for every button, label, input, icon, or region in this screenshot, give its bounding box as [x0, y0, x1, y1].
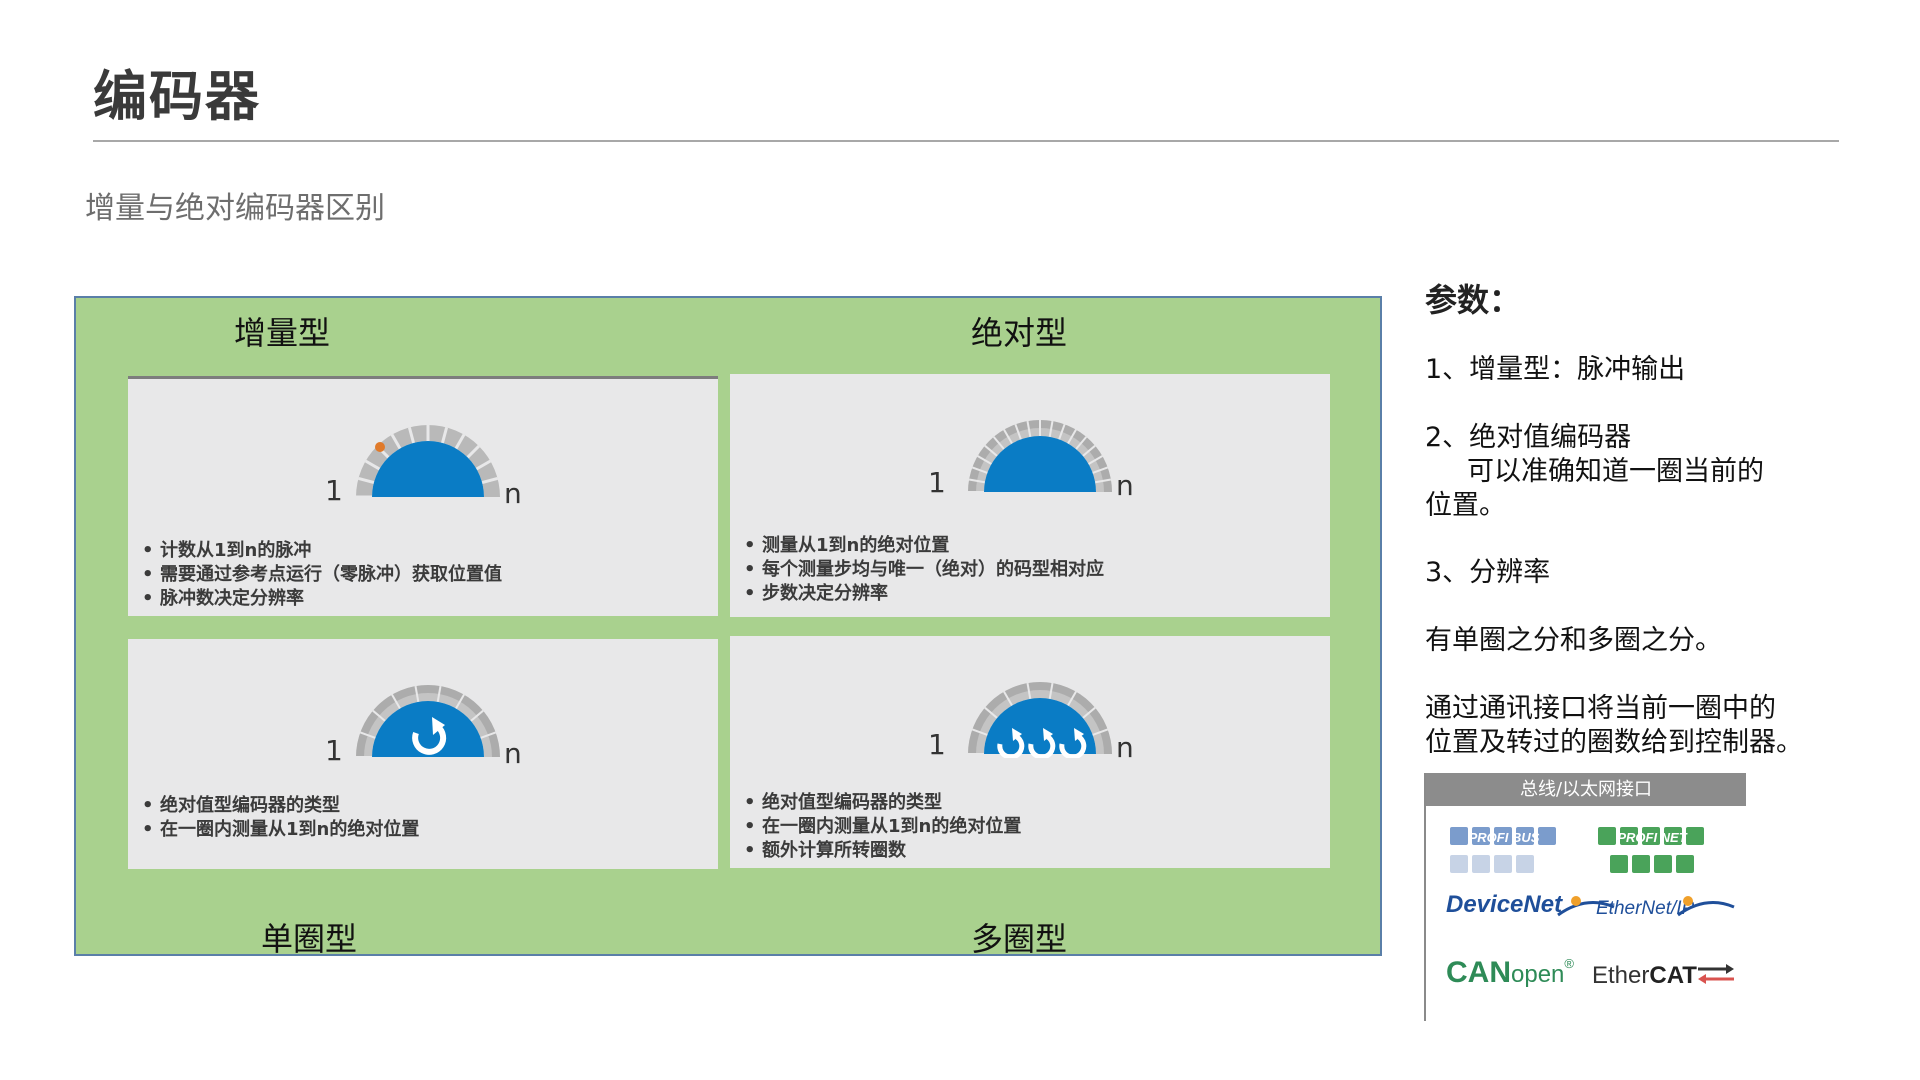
bullet-item: 在一圈内测量从1到n的绝对位置: [142, 818, 419, 842]
bullet-item: 绝对值型编码器的类型: [142, 794, 419, 818]
param-item-1: 1、增量型：脉冲输出: [1425, 354, 1686, 385]
canopen-logo-reg: ®: [1564, 956, 1574, 971]
profinet-logo: PROFI NET: [1598, 827, 1704, 873]
bullet-item: 测量从1到n的绝对位置: [744, 534, 1104, 558]
card-incremental: 1 n 计数从1到n的脉冲 需要通过参考点运行（零脉冲）获取位置值 脉冲数决定分…: [128, 376, 718, 616]
ethercat-logo-ether: Ether: [1592, 962, 1650, 989]
dial-end-label: n: [504, 737, 522, 770]
bus-interface-box: 总线/以太网接口 PROFI BUS PROFI NET DeviceNet E…: [1424, 773, 1746, 1021]
bullet-item: 需要通过参考点运行（零脉冲）获取位置值: [142, 563, 502, 587]
param-item-2: 2、绝对值编码器 可以准确知道一圈当前的 位置。: [1425, 421, 1764, 523]
label-single-turn: 单圈型: [261, 920, 358, 958]
canopen-logo-open: open: [1511, 961, 1565, 988]
bullet-item: 步数决定分辨率: [744, 582, 1104, 606]
param-item-2-line2: 可以准确知道一圈当前的: [1467, 456, 1764, 487]
dial-end-label: n: [1116, 731, 1134, 764]
devicenet-logo: DeviceNet: [1446, 891, 1563, 918]
param-note-2-line2: 位置及转过的圈数给到控制器。: [1425, 727, 1803, 758]
title-divider: [93, 140, 1839, 142]
dial-end-label: n: [1116, 469, 1134, 502]
profibus-logo-text: PROFI BUS: [1469, 830, 1540, 845]
label-multi-turn: 多圈型: [971, 920, 1068, 958]
card-multi-turn: 1 n 绝对值型编码器的类型 在一圈内测量从1到n的绝对位置 额外计算所转圈数: [730, 636, 1330, 868]
bullet-item: 计数从1到n的脉冲: [142, 539, 502, 563]
param-note-2-line1: 通过通讯接口将当前一圈中的: [1425, 693, 1776, 724]
params-heading: 参数：: [1425, 281, 1522, 319]
param-item-3: 3、分辨率: [1425, 557, 1551, 588]
dial-start-label: 1: [325, 734, 343, 767]
page-subtitle: 增量与绝对编码器区别: [85, 191, 385, 226]
label-absolute: 绝对型: [971, 314, 1068, 352]
single-turn-bullets: 绝对值型编码器的类型 在一圈内测量从1到n的绝对位置: [142, 794, 419, 842]
ethercat-arrow-icon: [1698, 964, 1734, 984]
label-incremental: 增量型: [234, 314, 331, 352]
multi-turn-bullets: 绝对值型编码器的类型 在一圈内测量从1到n的绝对位置 额外计算所转圈数: [744, 791, 1021, 863]
dial-start-label: 1: [325, 474, 343, 507]
dial-start-label: 1: [928, 466, 946, 499]
card-single-turn: 1 n 绝对值型编码器的类型 在一圈内测量从1到n的绝对位置: [128, 639, 718, 869]
ethercat-logo-cat: CAT: [1649, 962, 1697, 989]
bullet-item: 额外计算所转圈数: [744, 839, 1021, 863]
ethercat-logo: EtherCAT: [1592, 962, 1697, 990]
dial-end-label: n: [504, 477, 522, 510]
bullet-item: 脉冲数决定分辨率: [142, 587, 502, 611]
encoder-comparison-panel: 增量型 绝对型 1 n 计数从1到n的脉冲 需要通过参考点运行（零脉冲）获取位置…: [74, 296, 1382, 958]
single-turn-dial-icon: [356, 685, 500, 758]
dial-start-label: 1: [928, 728, 946, 761]
absolute-bullets: 测量从1到n的绝对位置 每个测量步均与唯一（绝对）的码型相对应 步数决定分辨率: [744, 534, 1104, 606]
canopen-logo: CANopen®: [1446, 956, 1574, 990]
incremental-dial-icon: [356, 425, 500, 499]
bullet-item: 每个测量步均与唯一（绝对）的码型相对应: [744, 558, 1104, 582]
page-title: 编码器: [93, 65, 261, 128]
param-note-2: 通过通讯接口将当前一圈中的 位置及转过的圈数给到控制器。: [1425, 692, 1803, 760]
bus-interface-header: 总线/以太网接口: [1426, 773, 1746, 806]
param-item-2-line3: 位置。: [1425, 490, 1506, 521]
bullet-item: 在一圈内测量从1到n的绝对位置: [744, 815, 1021, 839]
profinet-logo-text: PROFI NET: [1617, 830, 1687, 845]
canopen-logo-can: CAN: [1446, 956, 1511, 989]
bullet-item: 绝对值型编码器的类型: [744, 791, 1021, 815]
multi-turn-dial-icon: [968, 682, 1112, 758]
absolute-dial-icon: [968, 420, 1112, 493]
param-item-2-line1: 2、绝对值编码器: [1425, 422, 1632, 453]
profibus-logo: PROFI BUS: [1450, 827, 1556, 873]
incremental-bullets: 计数从1到n的脉冲 需要通过参考点运行（零脉冲）获取位置值 脉冲数决定分辨率: [142, 539, 502, 611]
ethernetip-swoosh-icon: [1677, 896, 1735, 917]
card-absolute: 1 n 测量从1到n的绝对位置 每个测量步均与唯一（绝对）的码型相对应 步数决定…: [730, 374, 1330, 617]
param-note-1: 有单圈之分和多圈之分。: [1425, 625, 1722, 656]
